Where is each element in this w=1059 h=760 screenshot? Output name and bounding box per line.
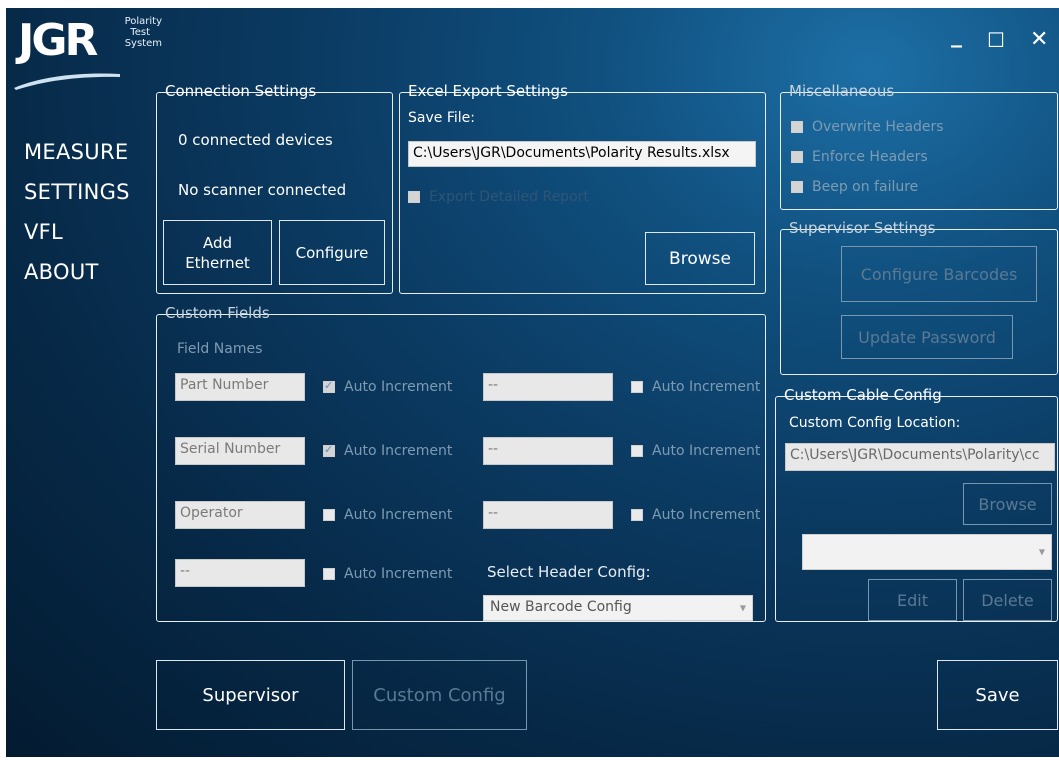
auto-increment-checkbox[interactable]: Auto Increment <box>631 379 760 395</box>
field-name-input[interactable]: Operator <box>175 501 305 529</box>
auto-increment-checkbox-box[interactable] <box>323 568 335 580</box>
nav-settings[interactable]: SETTINGS <box>24 180 130 204</box>
auto-increment-checkbox-box[interactable] <box>631 445 643 457</box>
auto-increment-label: Auto Increment <box>344 443 453 459</box>
auto-increment-checkbox[interactable]: Auto Increment <box>323 507 452 523</box>
miscellaneous-title: Miscellaneous <box>789 82 895 100</box>
nav-measure[interactable]: MEASURE <box>24 140 128 164</box>
save-button[interactable]: Save <box>937 660 1058 730</box>
auto-increment-label: Auto Increment <box>344 566 453 582</box>
auto-increment-checkbox-box[interactable] <box>323 379 335 393</box>
enforce-headers-checkbox[interactable]: Enforce Headers <box>791 149 928 165</box>
browse-button[interactable]: Browse <box>645 232 755 285</box>
custom-cable-config-title: Custom Cable Config <box>784 386 942 404</box>
nav-vfl[interactable]: VFL <box>24 220 63 244</box>
cable-browse-button[interactable]: Browse <box>963 483 1052 525</box>
connection-settings-title: Connection Settings <box>165 82 317 100</box>
auto-increment-checkbox[interactable]: Auto Increment <box>323 443 452 459</box>
chevron-down-icon: ▼ <box>739 603 746 613</box>
cable-config-select[interactable]: ▼ <box>802 534 1052 570</box>
logo-swoosh-icon <box>14 73 120 90</box>
custom-config-button[interactable]: Custom Config <box>352 660 527 730</box>
auto-increment-checkbox[interactable]: Auto Increment <box>323 379 452 395</box>
overwrite-headers-checkbox[interactable]: Overwrite Headers <box>791 119 944 135</box>
app-window: JGR Polarity Test System _ ☐ ✕ MEASURE S… <box>6 8 1059 757</box>
auto-increment-checkbox[interactable]: Auto Increment <box>631 507 760 523</box>
auto-increment-checkbox[interactable]: Auto Increment <box>631 443 760 459</box>
miscellaneous-group: Miscellaneous Overwrite Headers Enforce … <box>780 82 1058 210</box>
maximize-icon[interactable]: ☐ <box>987 28 1005 52</box>
save-file-label: Save File: <box>408 110 475 126</box>
scanner-status-text: No scanner connected <box>178 181 347 199</box>
auto-increment-label: Auto Increment <box>344 507 453 523</box>
auto-increment-checkbox-box[interactable] <box>631 509 643 521</box>
beep-on-failure-label: Beep on failure <box>812 179 919 195</box>
config-location-label: Custom Config Location: <box>789 415 961 431</box>
field-name-input[interactable]: -- <box>483 501 613 529</box>
logo-subtitle-line: Test <box>130 27 150 38</box>
logo-text: JGR <box>18 15 98 66</box>
overwrite-headers-label: Overwrite Headers <box>812 119 944 135</box>
auto-increment-checkbox-box[interactable] <box>323 509 335 521</box>
supervisor-settings-title: Supervisor Settings <box>789 219 936 237</box>
connection-settings-group: Connection Settings 0 connected devices … <box>156 82 393 294</box>
configure-barcodes-button[interactable]: Configure Barcodes <box>841 246 1037 302</box>
logo-subtitle: Polarity Test System <box>106 16 162 49</box>
update-password-button[interactable]: Update Password <box>841 315 1013 359</box>
supervisor-settings-group: Supervisor Settings Configure Barcodes U… <box>780 219 1058 375</box>
supervisor-button[interactable]: Supervisor <box>156 660 345 730</box>
field-name-input[interactable]: -- <box>483 373 613 401</box>
field-name-input[interactable]: -- <box>175 559 305 587</box>
beep-on-failure-box[interactable] <box>791 181 803 193</box>
beep-on-failure-checkbox[interactable]: Beep on failure <box>791 179 918 195</box>
save-file-input[interactable]: C:\Users\JGR\Documents\Polarity Results.… <box>408 141 756 167</box>
field-name-input[interactable]: Serial Number <box>175 437 305 465</box>
config-location-input[interactable]: C:\Users\JGR\Documents\Polarity\cc <box>785 443 1055 471</box>
nav-about[interactable]: ABOUT <box>24 260 99 284</box>
select-header-config-label: Select Header Config: <box>487 563 651 581</box>
header-config-select[interactable]: New Barcode Config ▼ <box>483 595 753 621</box>
auto-increment-checkbox-box[interactable] <box>323 443 335 457</box>
logo-subtitle-line: Polarity <box>124 16 162 27</box>
overwrite-headers-box[interactable] <box>791 121 803 133</box>
export-detailed-label: Export Detailed Report <box>429 189 589 205</box>
auto-increment-label: Auto Increment <box>652 443 761 459</box>
field-name-input[interactable]: Part Number <box>175 373 305 401</box>
enforce-headers-label: Enforce Headers <box>812 149 928 165</box>
auto-increment-label: Auto Increment <box>652 379 761 395</box>
custom-fields-group: Custom Fields Field Names Part Number Se… <box>156 304 766 622</box>
export-detailed-checkbox[interactable]: Export Detailed Report <box>408 189 589 205</box>
configure-button[interactable]: Configure <box>279 220 385 285</box>
logo-subtitle-line: System <box>124 38 162 49</box>
custom-cable-config-group: Custom Cable Config Custom Config Locati… <box>775 386 1058 622</box>
auto-increment-label: Auto Increment <box>344 379 453 395</box>
minimize-icon[interactable]: _ <box>951 24 962 48</box>
custom-fields-title: Custom Fields <box>165 304 270 322</box>
excel-export-group: Excel Export Settings Save File: C:\User… <box>399 82 766 294</box>
delete-button[interactable]: Delete <box>963 579 1052 621</box>
field-names-label: Field Names <box>177 341 263 357</box>
enforce-headers-box[interactable] <box>791 151 803 163</box>
export-detailed-checkbox-box[interactable] <box>408 191 420 203</box>
excel-export-title: Excel Export Settings <box>408 82 568 100</box>
add-ethernet-button[interactable]: Add Ethernet <box>163 220 272 285</box>
header-config-select-value: New Barcode Config <box>490 599 632 615</box>
auto-increment-checkbox[interactable]: Auto Increment <box>323 566 452 582</box>
auto-increment-checkbox-box[interactable] <box>631 381 643 393</box>
edit-button[interactable]: Edit <box>868 579 957 621</box>
field-name-input[interactable]: -- <box>483 437 613 465</box>
close-icon[interactable]: ✕ <box>1030 28 1048 52</box>
connected-devices-text: 0 connected devices <box>178 131 333 149</box>
auto-increment-label: Auto Increment <box>652 507 761 523</box>
chevron-down-icon: ▼ <box>1038 547 1045 557</box>
